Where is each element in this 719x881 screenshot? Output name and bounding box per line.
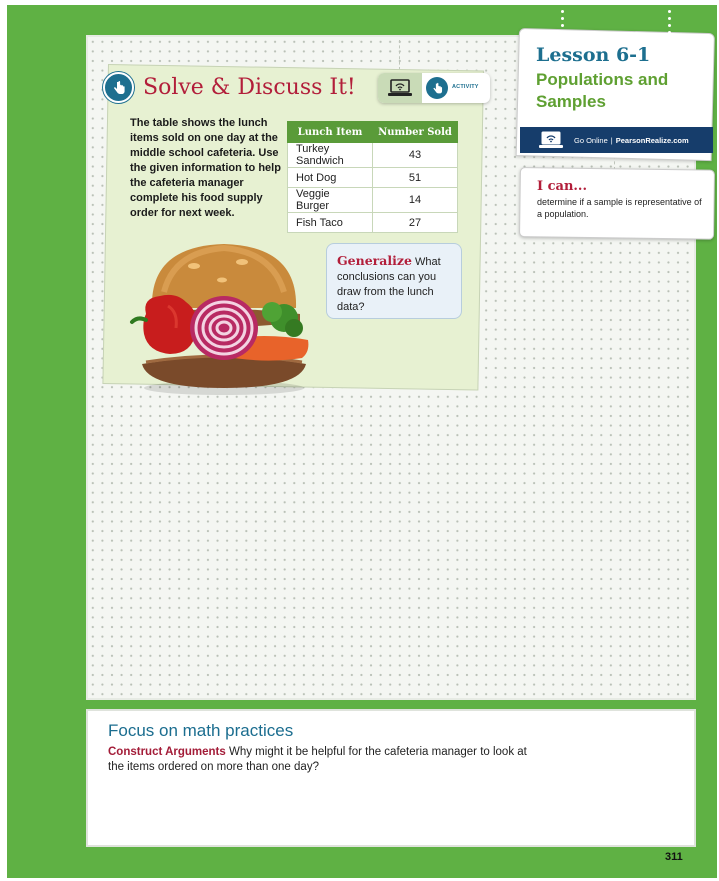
table-row: Fish Taco 27: [287, 212, 458, 233]
go-online-text[interactable]: Go Online | PearsonRealize.com: [574, 136, 689, 145]
number-sold-cell: 43: [372, 142, 458, 168]
generalize-callout: Generalize What conclusions can you draw…: [326, 243, 462, 319]
number-sold-cell: 27: [372, 212, 458, 233]
ican-objective: determine if a sample is representative …: [537, 197, 702, 219]
number-sold-cell: 51: [372, 167, 458, 188]
tape-dash: [399, 40, 400, 70]
lunch-item-cell: Fish Taco: [287, 212, 373, 233]
solve-header: Solve & Discuss It!: [103, 72, 356, 103]
table-header-item: Lunch Item: [287, 121, 373, 143]
separator: |: [610, 135, 613, 145]
focus-title: Focus on math practices: [108, 721, 294, 740]
focus-practices-box: Focus on math practices Construct Argume…: [86, 709, 696, 847]
go-online-bar[interactable]: Go Online | PearsonRealize.com: [520, 127, 713, 153]
binder-dots: [668, 10, 672, 38]
lunch-item-cell: Hot Dog: [287, 167, 373, 188]
pearson-realize-link[interactable]: PearsonRealize.com: [616, 136, 689, 145]
hand-pointer-icon: [426, 77, 448, 99]
lunch-item-cell: Turkey Sandwich: [287, 142, 373, 168]
lesson-title: Populations and Samples: [536, 70, 669, 111]
table-row: Turkey Sandwich 43: [287, 142, 458, 168]
veggie-burger-illustration: [130, 244, 309, 395]
ican-title: I can...: [537, 179, 587, 194]
activity-button[interactable]: ACTIVITY: [378, 73, 490, 103]
table-row: Veggie Burger 14: [287, 187, 458, 213]
hand-pointer-icon: [103, 72, 134, 103]
go-online-label: Go Online: [574, 135, 608, 145]
lunch-data-table: Lunch Item Number Sold Turkey Sandwich 4…: [287, 121, 458, 233]
page-number: 311: [665, 851, 683, 863]
generalize-lead: Generalize: [337, 253, 412, 268]
focus-lead: Construct Arguments: [108, 746, 226, 758]
problem-prompt: The table shows the lunch items sold on …: [130, 117, 281, 219]
laptop-wifi-icon: [539, 131, 563, 148]
number-sold-cell: 14: [372, 187, 458, 213]
activity-label: ACTIVITY: [452, 84, 479, 90]
lunch-item-cell: Veggie Burger: [287, 187, 373, 213]
laptop-wifi-icon: [378, 73, 422, 103]
table-header-sold: Number Sold: [372, 121, 458, 143]
lesson-number: Lesson 6-1: [536, 44, 651, 66]
table-row: Hot Dog 51: [287, 167, 458, 188]
solve-title: Solve & Discuss It!: [143, 75, 356, 100]
binder-dots: [561, 10, 565, 31]
